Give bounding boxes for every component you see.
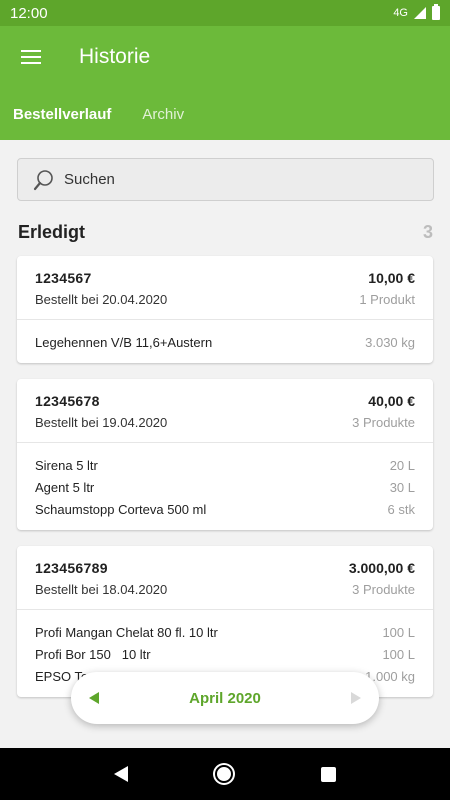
signal-icon (414, 7, 426, 19)
previous-month-icon[interactable] (89, 692, 99, 704)
order-header: 1234567 10,00 € Bestellt bei 20.04.2020 … (17, 256, 433, 320)
search-input[interactable]: Suchen (17, 158, 434, 201)
order-header: 12345678 40,00 € Bestellt bei 19.04.2020… (17, 379, 433, 443)
section-header: Erledigt 3 (18, 222, 433, 243)
order-product-count: 3 Produkte (352, 582, 415, 597)
order-product-count: 3 Produkte (352, 415, 415, 430)
item-quantity: 6 stk (387, 501, 415, 517)
tab-bestellverlauf[interactable]: Bestellverlauf (0, 88, 124, 140)
page-title: Historie (79, 45, 151, 68)
hamburger-menu-icon (21, 48, 41, 66)
order-card[interactable]: 12345678 40,00 € Bestellt bei 19.04.2020… (17, 379, 433, 530)
order-card[interactable]: 1234567 10,00 € Bestellt bei 20.04.2020 … (17, 256, 433, 363)
order-total: 40,00 € (368, 393, 415, 409)
item-name: Legehennen V/B 11,6+Austern (35, 334, 213, 350)
search-icon (33, 169, 53, 190)
next-month-icon[interactable] (351, 692, 361, 704)
item-name: Agent 5 ltr (35, 479, 95, 495)
order-items: Legehennen V/B 11,6+Austern 3.030 kg (17, 320, 433, 363)
item-quantity: 100 L (382, 646, 415, 662)
list-item: Sirena 5 ltr 20 L (35, 454, 415, 476)
order-total: 3.000,00 € (348, 560, 415, 576)
system-nav-bar (0, 748, 450, 800)
recent-apps-icon[interactable] (321, 766, 337, 782)
back-icon[interactable] (113, 766, 128, 782)
order-total: 10,00 € (368, 270, 415, 286)
status-time: 12:00 (10, 4, 48, 22)
tab-archiv[interactable]: Archiv (129, 88, 197, 140)
order-date: Bestellt bei 18.04.2020 (35, 582, 168, 597)
order-header: 123456789 3.000,00 € Bestellt bei 18.04.… (17, 546, 433, 610)
section-count: 3 (422, 222, 433, 242)
status-bar: 12:00 4G (0, 0, 450, 26)
item-name: Profi Mangan Chelat 80 fl. 10 ltr (35, 624, 218, 640)
order-number: 1234567 (35, 270, 92, 286)
order-product-count: 1 Produkt (359, 292, 415, 307)
menu-button[interactable] (0, 26, 62, 88)
order-items: Sirena 5 ltr 20 L Agent 5 ltr 30 L Schau… (17, 443, 433, 530)
item-quantity: 30 L (389, 479, 415, 495)
item-name: Schaumstopp Corteva 500 ml (35, 501, 207, 517)
order-date: Bestellt bei 20.04.2020 (35, 292, 168, 307)
status-icons: 4G (393, 4, 440, 20)
battery-icon (432, 4, 440, 20)
list-item: Agent 5 ltr 30 L (35, 476, 415, 498)
item-quantity: 3.030 kg (365, 334, 415, 350)
search-placeholder: Suchen (64, 171, 115, 188)
item-name: Sirena 5 ltr (35, 457, 98, 473)
item-name: Profi Bor 150 10 ltr (35, 646, 151, 662)
order-number: 12345678 (35, 393, 100, 409)
tab-bar: Bestellverlauf Archiv (0, 88, 450, 140)
list-item: Profi Bor 150 10 ltr 100 L (35, 643, 415, 665)
network-label: 4G (393, 7, 408, 19)
item-quantity: 100 L (382, 624, 415, 640)
order-number: 123456789 (35, 560, 108, 576)
month-selector: April 2020 (71, 672, 379, 724)
list-item: Schaumstopp Corteva 500 ml 6 stk (35, 498, 415, 520)
home-icon[interactable] (215, 765, 234, 783)
app-bar: Historie (0, 26, 450, 88)
list-item: Profi Mangan Chelat 80 fl. 10 ltr 100 L (35, 621, 415, 643)
list-item: Legehennen V/B 11,6+Austern 3.030 kg (35, 331, 415, 353)
item-quantity: 20 L (389, 457, 415, 473)
section-title: Erledigt (18, 222, 86, 242)
order-date: Bestellt bei 19.04.2020 (35, 415, 168, 430)
month-label: April 2020 (189, 689, 261, 707)
